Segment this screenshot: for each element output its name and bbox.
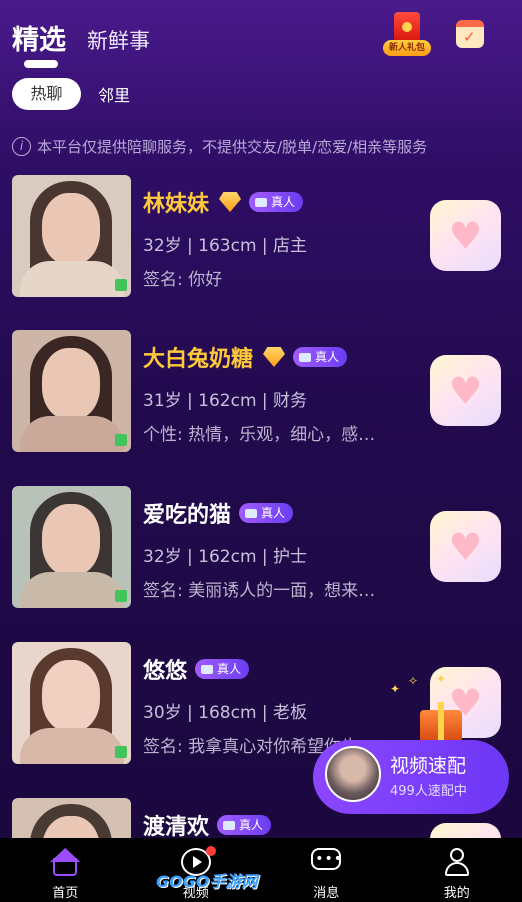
user-bio: 个性: 热情，乐观，细心，感… [143,425,376,445]
tab-featured-indicator [24,60,58,68]
user-info: 31岁 | 162cm | 财务 [143,391,308,411]
user-name: 林妹妹 [143,192,210,217]
nav-messages[interactable]: 消息 [261,838,392,902]
avatar[interactable] [12,330,131,452]
chat-bubble-icon [311,848,343,870]
nav-messages-label: 消息 [313,886,340,901]
online-indicator [115,746,127,758]
user-card[interactable]: 爱吃的猫 真人 32岁 | 162cm | 护士 签名: 美丽诱人的一面，想来…… [12,486,510,612]
tab-featured-label: 精选 [12,25,66,56]
user-name: 悠悠 [143,659,188,684]
heart-icon: ♥ [448,524,483,569]
bottom-navigation: 首页 视频 消息 我的 [0,838,522,902]
avatar[interactable] [12,642,131,764]
camera-icon [245,508,258,518]
name-row: 大白兔奶糖 真人 [143,341,348,373]
user-card[interactable]: 大白兔奶糖 真人 31岁 | 162cm | 财务 个性: 热情，乐观，细心，感… [12,330,510,456]
camera-icon [299,352,312,362]
avatar[interactable] [12,175,131,297]
user-info: 30岁 | 168cm | 老板 [143,703,308,723]
online-indicator [115,434,127,446]
checkin-calendar-icon[interactable] [456,20,484,48]
nav-home[interactable]: 首页 [0,838,131,902]
user-card[interactable]: 林妹妹 真人 32岁 | 163cm | 店主 签名: 你好 ♥ [12,175,510,301]
subtab-hot-chat[interactable]: 热聊 [12,78,81,110]
diamond-vip-icon [263,347,286,367]
diamond-vip-icon [219,192,242,212]
user-info: 32岁 | 163cm | 店主 [143,236,308,256]
video-match-button[interactable]: 视频速配 499人速配中 [313,740,509,814]
heart-like-button[interactable]: ♥ [430,355,501,426]
user-icon [442,848,472,876]
tab-news[interactable]: 新鲜事 [87,25,150,57]
nav-me-label: 我的 [443,886,470,901]
notice-text: 本平台仅提供陪聊服务，不提供交友/脱单/恋爱/相亲等服务 [37,138,428,156]
top-tab-bar: 精选 新鲜事 [12,18,150,68]
user-bio: 签名: 你好 [143,270,223,290]
user-info: 32岁 | 162cm | 护士 [143,547,308,567]
match-avatar [325,746,381,802]
watermark-logo: GOGO手游网 [156,872,258,891]
real-person-badge: 真人 [217,815,272,835]
notification-dot [205,846,216,856]
sub-tab-bar: 热聊 邻里 [12,78,130,110]
tab-featured[interactable]: 精选 [12,18,66,68]
gift-box-icon: ✦ ✧ ✦ [390,672,470,744]
avatar[interactable] [12,486,131,608]
heart-icon: ♥ [448,368,483,413]
name-row: 林妹妹 真人 [143,186,304,218]
avatar[interactable] [12,798,131,838]
heart-icon: ♥ [448,213,483,258]
nav-home-label: 首页 [52,886,79,901]
name-row: 悠悠 真人 [143,653,250,685]
real-person-badge: 真人 [293,347,348,367]
online-indicator [115,590,127,602]
new-user-gift-button[interactable]: 新人礼包 [383,12,431,58]
user-name: 大白兔奶糖 [143,347,254,372]
real-person-badge: 真人 [249,192,304,212]
subtab-neighbors[interactable]: 邻里 [98,82,130,106]
heart-like-button[interactable]: ♥ [430,823,501,838]
heart-like-button[interactable]: ♥ [430,511,501,582]
online-indicator [115,279,127,291]
real-person-badge: 真人 [239,503,294,523]
nav-me[interactable]: 我的 [392,838,522,902]
camera-icon [201,664,214,674]
heart-like-button[interactable]: ♥ [430,200,501,271]
user-name: 爱吃的猫 [143,503,232,528]
gift-label: 新人礼包 [383,40,431,56]
camera-icon [255,197,268,207]
camera-icon [223,820,236,830]
red-envelope-icon [394,12,420,42]
real-person-badge: 真人 [195,659,250,679]
name-row: 渡清欢 真人 [143,809,272,838]
name-row: 爱吃的猫 真人 [143,497,294,529]
match-subtitle: 499人速配中 [390,784,467,799]
home-icon [53,858,78,876]
user-bio: 签名: 美丽诱人的一面，想来… [143,581,376,601]
match-title: 视频速配 [390,755,467,777]
user-name: 渡清欢 [143,815,210,838]
info-icon: i [12,137,31,156]
service-notice: i 本平台仅提供陪聊服务，不提供交友/脱单/恋爱/相亲等服务 [12,136,427,157]
